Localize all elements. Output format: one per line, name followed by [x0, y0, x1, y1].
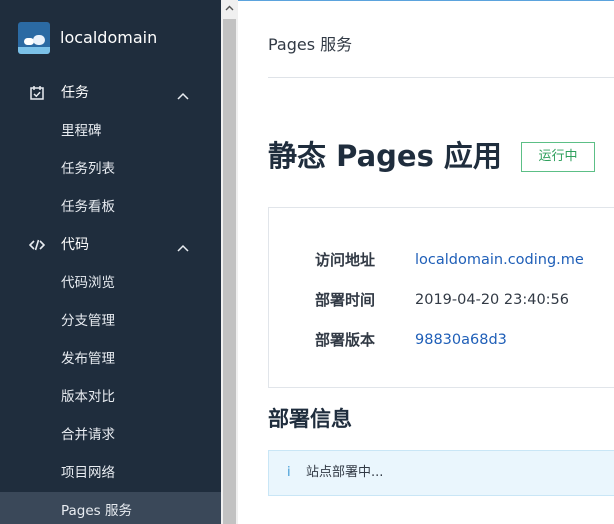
site-url-link[interactable]: localdomain.coding.me [415, 248, 584, 272]
sidebar-item-releases[interactable]: 发布管理 [0, 340, 221, 378]
sidebar-item-label: 项目网络 [61, 465, 115, 481]
info-icon: i [287, 465, 291, 480]
sidebar-item-merge-requests[interactable]: 合并请求 [0, 416, 221, 454]
sidebar-item-label: Pages 服务 [61, 503, 133, 519]
calendar-check-icon [29, 85, 45, 101]
project-logo [18, 22, 50, 54]
project-name: localdomain [60, 28, 158, 47]
info-card: 访问地址 localdomain.coding.me 部署时间 2019-04-… [268, 207, 614, 388]
sidebar-item-task-board[interactable]: 任务看板 [0, 188, 221, 226]
deploy-time-value: 2019-04-20 23:40:56 [415, 292, 569, 308]
info-key: 部署时间 [315, 291, 376, 309]
brand[interactable]: localdomain [0, 0, 221, 76]
sidebar-item-compare[interactable]: 版本对比 [0, 378, 221, 416]
section-title: 部署信息 [268, 407, 352, 431]
sidebar-item-task-list[interactable]: 任务列表 [0, 150, 221, 188]
info-row-url: 访问地址 localdomain.coding.me [269, 248, 614, 272]
scroll-up-arrow-icon[interactable] [221, 0, 238, 17]
sidebar-item-label: 代码浏览 [61, 275, 115, 291]
info-row-version: 部署版本 98830a68d3 [269, 328, 614, 352]
sidebar-item-pages[interactable]: Pages 服务 [0, 492, 221, 524]
info-key: 部署版本 [315, 331, 376, 349]
sidebar: localdomain 任务 里程碑 任务列表 任务看板 代码 代码浏览 分支管… [0, 0, 221, 524]
sidebar-item-label: 合并请求 [61, 427, 115, 443]
sidebar-group-label: 任务 [61, 85, 89, 101]
sidebar-item-label: 任务看板 [61, 199, 115, 215]
sidebar-item-milestones[interactable]: 里程碑 [0, 112, 221, 150]
sidebar-group-label: 代码 [61, 237, 89, 253]
info-key: 访问地址 [315, 251, 376, 269]
page-title: Pages 服务 [268, 35, 353, 54]
sidebar-item-label: 发布管理 [61, 351, 115, 367]
top-border [238, 0, 614, 1]
status-badge: 运行中 [521, 142, 595, 172]
sidebar-item-label: 分支管理 [61, 313, 115, 329]
sidebar-scrollbar[interactable] [221, 0, 238, 524]
sidebar-group-code[interactable]: 代码 [0, 226, 221, 264]
code-icon [28, 237, 46, 253]
chevron-up-icon[interactable] [176, 87, 190, 100]
sidebar-group-tasks[interactable]: 任务 [0, 74, 221, 112]
sidebar-item-network[interactable]: 项目网络 [0, 454, 221, 492]
scroll-thumb[interactable] [223, 19, 236, 524]
divider [268, 77, 614, 78]
sidebar-item-branches[interactable]: 分支管理 [0, 302, 221, 340]
sidebar-item-label: 任务列表 [61, 161, 115, 177]
info-row-time: 部署时间 2019-04-20 23:40:56 [269, 288, 614, 312]
app-title: 静态 Pages 应用 [268, 139, 502, 173]
chevron-up-icon[interactable] [176, 239, 190, 252]
deploy-alert: i 站点部署中... [268, 450, 614, 496]
sidebar-item-code-browse[interactable]: 代码浏览 [0, 264, 221, 302]
sidebar-item-label: 里程碑 [61, 123, 102, 139]
sidebar-item-label: 版本对比 [61, 389, 115, 405]
main-content: Pages 服务 静态 Pages 应用 运行中 访问地址 localdomai… [238, 0, 614, 524]
commit-link[interactable]: 98830a68d3 [415, 328, 507, 352]
alert-text: 站点部署中... [306, 465, 384, 480]
